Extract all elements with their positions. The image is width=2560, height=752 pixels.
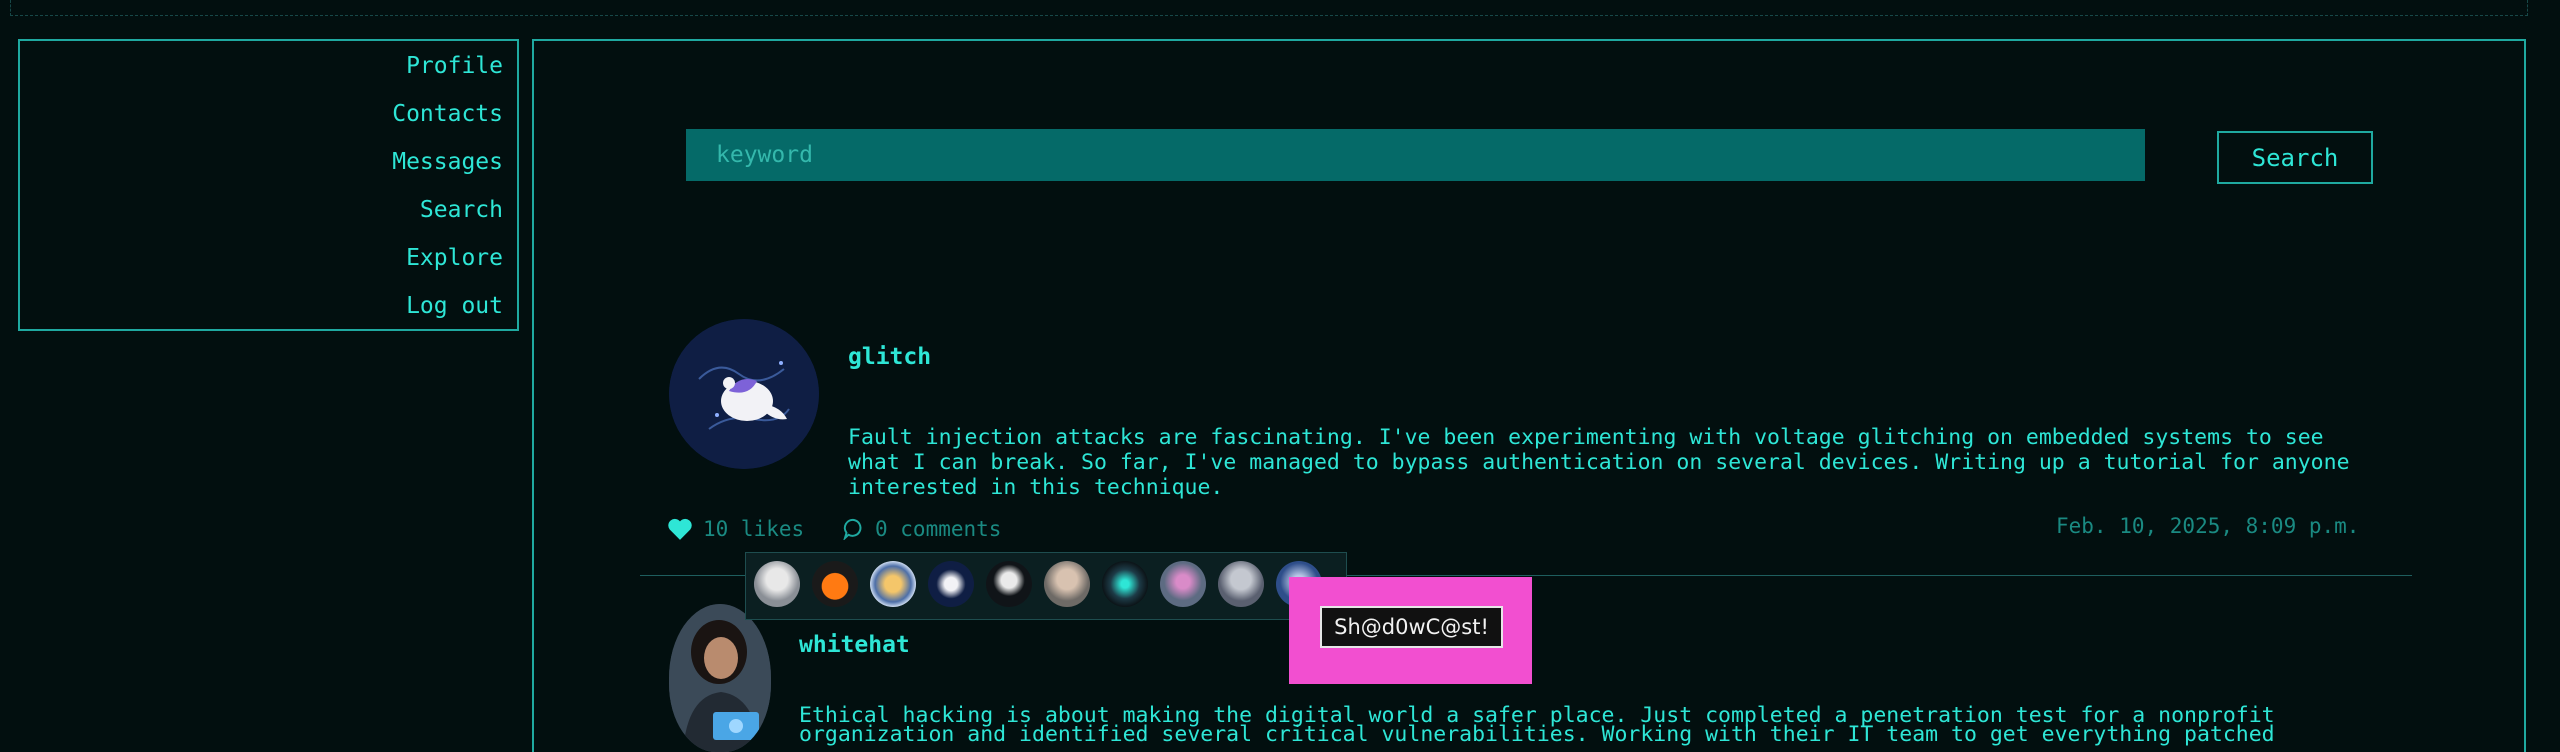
liker-avatar[interactable] [754, 561, 800, 607]
sidebar-item-explore[interactable]: Explore [406, 245, 503, 271]
liker-avatar[interactable] [1160, 561, 1206, 607]
liker-tooltip: Sh@d0wC@st! [1320, 606, 1503, 648]
comments-button[interactable]: 0 comments [843, 517, 1001, 541]
sidebar-item-log-out[interactable]: Log out [406, 293, 503, 319]
sidebar-nav: Profile Contacts Messages Search Explore… [18, 39, 519, 331]
post-timestamp: Feb. 10, 2025, 8:09 p.m. [2056, 514, 2360, 538]
likes-count: 10 likes [703, 517, 805, 541]
search-input[interactable] [686, 129, 2145, 181]
liker-avatar[interactable] [986, 561, 1032, 607]
avatar[interactable] [669, 604, 771, 752]
sidebar-item-search[interactable]: Search [420, 197, 503, 223]
liker-avatar[interactable] [812, 561, 858, 607]
liker-avatar[interactable] [870, 561, 916, 607]
post-text: Ethical hacking is about making the digi… [799, 703, 2275, 747]
search-button[interactable]: Search [2217, 131, 2373, 184]
like-button[interactable]: 10 likes [667, 517, 804, 541]
liker-avatar[interactable] [928, 561, 974, 607]
sidebar-item-profile[interactable]: Profile [406, 53, 503, 79]
post-username[interactable]: glitch [848, 344, 931, 370]
avatar[interactable] [669, 319, 819, 469]
comment-icon [843, 518, 862, 540]
heart-icon [668, 518, 692, 540]
sidebar-item-contacts[interactable]: Contacts [392, 101, 503, 127]
likers-popup [745, 552, 1347, 620]
liker-avatar[interactable] [1102, 561, 1148, 607]
post-username[interactable]: whitehat [799, 632, 910, 658]
avatar-illustration [669, 319, 819, 469]
liker-avatar[interactable] [1044, 561, 1090, 607]
top-bar [10, 0, 2528, 16]
sidebar-item-messages[interactable]: Messages [392, 149, 503, 175]
liker-avatar[interactable] [1218, 561, 1264, 607]
post-text: Fault injection attacks are fascinating.… [848, 425, 2350, 500]
comments-count: 0 comments [875, 517, 1002, 541]
avatar-illustration [669, 604, 771, 752]
